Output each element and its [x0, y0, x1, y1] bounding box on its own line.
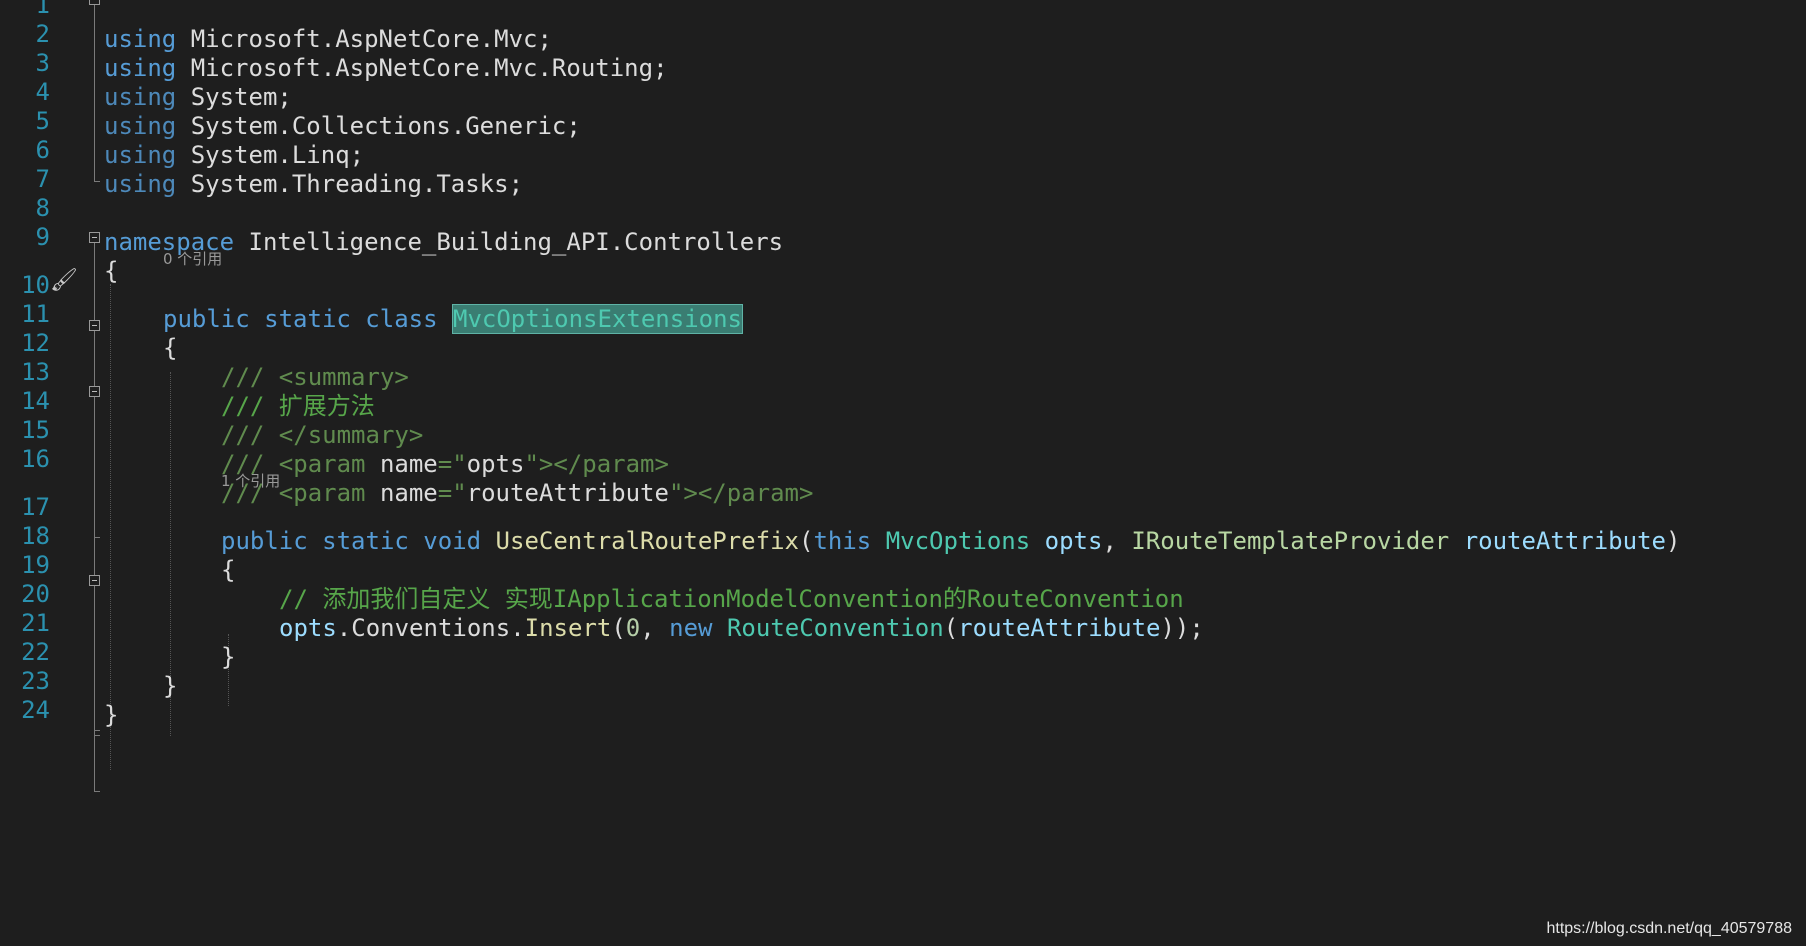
outline-end: [94, 791, 100, 792]
outline-end: [94, 537, 100, 538]
codelens-references[interactable]: 0 个引用: [163, 249, 222, 269]
outline-end: [94, 181, 100, 182]
code-editor[interactable]: 1 2 3 4 5 6 7 8 9 10 11 12 13 14 15 16 1…: [0, 0, 1806, 946]
outline-line: [94, 586, 95, 730]
collapse-icon[interactable]: [89, 575, 100, 586]
outline-end: [94, 735, 100, 736]
outline-end: [94, 730, 100, 731]
collapse-icon[interactable]: [89, 320, 100, 331]
collapse-icon[interactable]: [89, 232, 100, 243]
watermark: https://blog.csdn.net/qq_40579788: [1546, 920, 1792, 937]
highlighted-class-name: MvcOptionsExtensions: [452, 304, 743, 334]
outline-line: [94, 397, 95, 537]
collapse-icon[interactable]: [89, 386, 100, 397]
outline-line: [94, 5, 95, 181]
code-line[interactable]: {: [0, 220, 118, 285]
codelens-references[interactable]: 1 个引用: [221, 471, 280, 491]
code-line[interactable]: using System.Threading.Tasks;: [0, 133, 523, 198]
code-line[interactable]: }: [0, 664, 118, 729]
code-line[interactable]: /// <param name="routeAttribute"></param…: [0, 442, 813, 507]
